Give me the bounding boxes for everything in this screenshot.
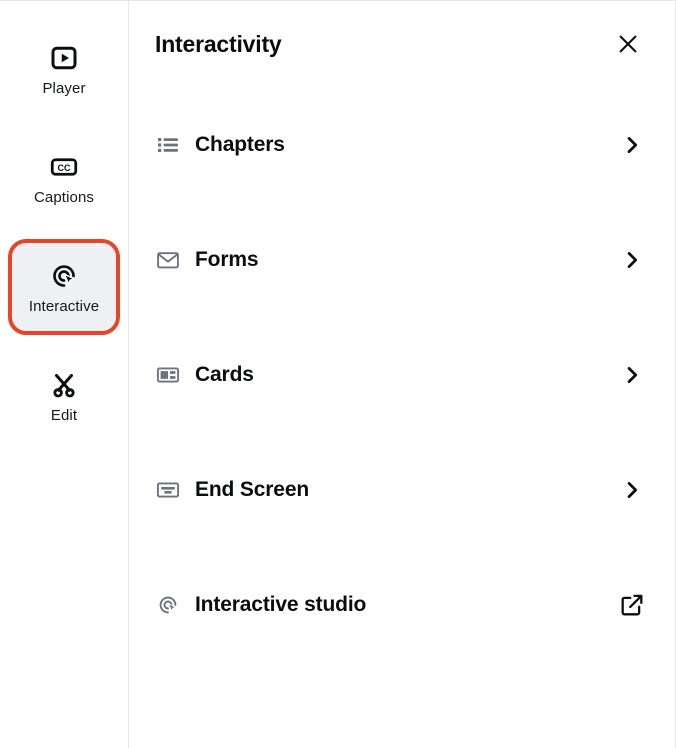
row-content: Chapters	[155, 132, 615, 158]
list-item-label: Chapters	[195, 134, 285, 155]
player-icon	[49, 43, 79, 73]
sidebar-item-label: Player	[42, 81, 85, 96]
left-sidebar: Player CC Captions Interactive	[0, 1, 129, 748]
list-item-label: Interactive studio	[195, 594, 366, 615]
sidebar-item-interactive[interactable]: Interactive	[12, 243, 116, 331]
row-content: Interactive studio	[155, 592, 615, 618]
sidebar-item-player[interactable]: Player	[12, 25, 116, 113]
list-item-label: Forms	[195, 249, 258, 270]
interactivity-options-list: Chapters Forms	[129, 87, 675, 662]
list-item-label: End Screen	[195, 479, 309, 500]
list-item-end-screen[interactable]: End Screen	[155, 432, 649, 547]
sidebar-item-label: Captions	[34, 190, 94, 205]
svg-text:CC: CC	[58, 163, 71, 173]
sidebar-item-captions[interactable]: CC Captions	[12, 134, 116, 222]
panel-header: Interactivity	[129, 1, 675, 87]
interactivity-panel: Interactivity	[129, 1, 675, 748]
list-icon	[155, 132, 181, 158]
card-icon	[155, 362, 181, 388]
sidebar-item-edit[interactable]: Edit	[12, 352, 116, 440]
captions-cc-icon: CC	[49, 152, 79, 182]
interactivity-panel-window: Player CC Captions Interactive	[0, 0, 676, 748]
sidebar-item-label: Edit	[51, 408, 77, 423]
chevron-right-icon[interactable]	[615, 473, 649, 507]
interactive-icon	[49, 261, 79, 291]
row-content: Cards	[155, 362, 615, 388]
external-link-icon[interactable]	[615, 588, 649, 622]
interactive-icon	[155, 592, 181, 618]
chevron-right-icon[interactable]	[615, 358, 649, 392]
chevron-right-icon[interactable]	[615, 243, 649, 277]
close-button[interactable]	[611, 27, 645, 61]
page-title: Interactivity	[155, 33, 282, 56]
list-item-cards[interactable]: Cards	[155, 317, 649, 432]
close-icon	[615, 31, 641, 57]
row-content: End Screen	[155, 477, 615, 503]
envelope-icon	[155, 247, 181, 273]
list-item-label: Cards	[195, 364, 254, 385]
row-content: Forms	[155, 247, 615, 273]
list-item-interactive-studio[interactable]: Interactive studio	[155, 547, 649, 662]
list-item-chapters[interactable]: Chapters	[155, 87, 649, 202]
scissors-icon	[49, 370, 79, 400]
list-item-forms[interactable]: Forms	[155, 202, 649, 317]
end-screen-icon	[155, 477, 181, 503]
sidebar-item-label: Interactive	[29, 299, 99, 314]
chevron-right-icon[interactable]	[615, 128, 649, 162]
